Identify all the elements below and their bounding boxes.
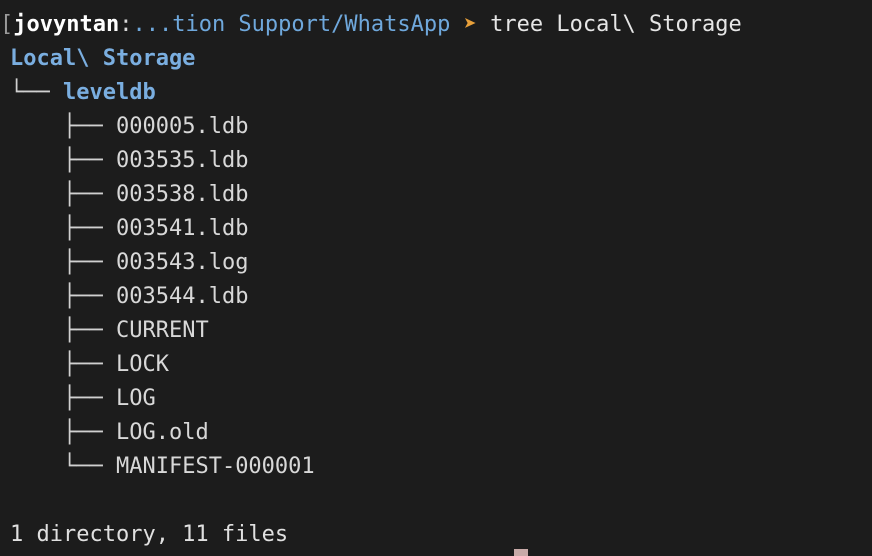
tree-branch: ├── <box>62 420 103 445</box>
tree-file-row: ├── 003543.log <box>10 246 248 280</box>
tree-branch: ├── <box>62 352 103 377</box>
tree-file-name: 003544.ldb <box>115 284 249 309</box>
tree-branch: ├── <box>62 216 103 241</box>
tree-branch: ├── <box>62 148 103 173</box>
tree-file-name: CURRENT <box>115 318 209 343</box>
tree-branch: └── <box>10 80 50 105</box>
tree-file-row: ├── 003544.ldb <box>10 280 248 314</box>
prompt-bracket: [ <box>0 12 14 37</box>
tree-file-name: 000005.ldb <box>115 114 249 139</box>
tree-branch: ├── <box>62 386 103 411</box>
tree-branch: ├── <box>62 318 103 343</box>
tree-summary: 1 directory, 11 files <box>10 522 289 547</box>
tree-file-row: ├── 003538.ldb <box>10 178 248 212</box>
tree-file-row: ├── LOG <box>10 382 156 416</box>
tree-file-name: 003541.ldb <box>115 216 249 241</box>
prompt-user: jovyntan <box>13 12 120 37</box>
tree-branch: ├── <box>62 182 103 207</box>
tree-branch: ├── <box>62 284 103 309</box>
tree-root: Local\ Storage <box>10 46 196 71</box>
tree-file-row: └── MANIFEST-000001 <box>10 450 315 484</box>
tree-file-row: ├── 003535.ldb <box>10 144 248 178</box>
tree-branch: ├── <box>62 250 103 275</box>
prompt-colon: : <box>119 12 133 37</box>
tree-file-name: LOG <box>115 386 156 411</box>
tree-branch: ├── <box>62 114 103 139</box>
tree-file-row: ├── 000005.ldb <box>10 110 248 144</box>
prompt-path: ...tion Support/WhatsApp <box>132 12 451 37</box>
prompt-arrow-icon: ➤ <box>463 12 477 37</box>
tree-file-row: ├── CURRENT <box>10 314 209 348</box>
tree-file-name: MANIFEST-000001 <box>115 454 315 479</box>
tree-file-name: 003535.ldb <box>115 148 249 173</box>
tree-file-row: ├── LOG.old <box>10 416 209 450</box>
tree-level1-row: └── leveldb <box>10 76 156 110</box>
tree-file-name: LOG.old <box>115 420 209 445</box>
tree-dir-leveldb: leveldb <box>63 80 156 105</box>
terminal-window[interactable]: [jovyntan:...tion Support/WhatsApp ➤ tre… <box>0 0 872 556</box>
tree-file-row: ├── LOCK <box>10 348 169 382</box>
tree-file-row: ├── 003541.ldb <box>10 212 248 246</box>
tree-branch: └── <box>62 454 103 479</box>
prompt-command: tree Local\ Storage <box>490 12 742 37</box>
tree-file-name: LOCK <box>115 352 169 377</box>
prompt-line: [jovyntan:...tion Support/WhatsApp ➤ tre… <box>0 8 742 42</box>
tree-file-name: 003543.log <box>115 250 249 275</box>
terminal-cursor <box>514 549 528 556</box>
tree-file-name: 003538.ldb <box>115 182 249 207</box>
